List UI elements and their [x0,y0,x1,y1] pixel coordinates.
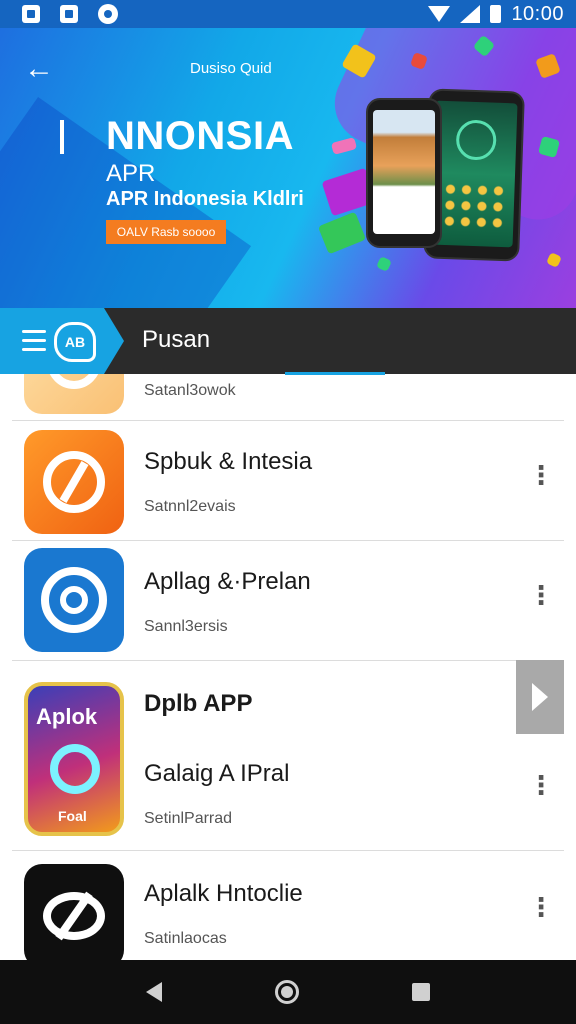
list-item[interactable]: Spbuk & Intesia Satnnl2evais ⋮ [0,420,576,540]
promo-banner[interactable]: ← Dusiso Quid NNONSIA APR APR Indonesia … [0,28,576,308]
back-icon[interactable] [146,982,163,1002]
app-icon-footer: Foal [58,808,87,824]
banner-tagline: APR Indonesia Kldlri [106,188,304,210]
app-name: Apllag &·Prelan [144,568,311,595]
home-icon[interactable] [274,980,299,1004]
signal-icon [460,5,481,23]
app-category: Satanl3owok [144,382,236,399]
app-category: Sannl3ersis [144,618,228,635]
more-options-icon[interactable]: ⋮ [528,772,554,798]
app-category: SetinlParrad [144,810,233,827]
app-name: Galaig A IPral [144,760,290,787]
system-nav-bar [0,960,576,1024]
app-list: Satanl3owok Spbuk & Intesia Satnnl2evais… [0,374,576,960]
list-item[interactable]: Apllag &·Prelan Sannl3ersis ⋮ [0,540,576,660]
banner-divider [60,120,64,154]
app-icon [24,374,124,414]
battery-icon [490,5,502,23]
app-icon-text: Aplok [36,704,98,729]
decorative-cube-icon [376,256,392,272]
more-options-icon[interactable]: ⋮ [528,462,554,488]
app-icon [24,864,124,960]
banner-subtitle: APR [106,160,156,187]
dial-icon [455,119,497,161]
list-item[interactable]: Aplok Foal Dplb APP Galaig A IPral Setin… [0,660,576,850]
play-arrow-icon [532,683,548,711]
image-notification-icon [22,5,40,23]
app-icon [24,548,124,652]
app-logo-icon: AB [54,322,96,362]
app-name: Aplalk Hntoclie [144,880,303,907]
banner-caption: Dusiso Quid [190,60,272,77]
app-icon [24,430,124,534]
section-title: Pusan [142,326,211,353]
status-indicators: 10:00 [428,3,564,26]
notification-icons [22,4,118,24]
app-heading: Dplb APP [144,690,253,717]
mail-notification-icon [60,5,78,23]
more-options-icon[interactable]: ⋮ [528,582,554,608]
back-arrow-icon[interactable]: ← [24,54,54,84]
recent-apps-icon[interactable] [411,983,430,1001]
app-name: Spbuk & Intesia [144,448,313,475]
banner-cta-button[interactable]: OALV Rasb soooo [106,220,226,244]
section-header: AB Pusan [0,308,576,374]
tab-indicator [285,372,385,375]
decorative-card-icon [317,211,367,255]
wifi-icon [428,6,451,22]
phone-mockup [366,98,442,248]
list-item[interactable]: Aplalk Hntoclie Satinlaocas ⋮ [0,850,576,960]
camera-notification-icon [98,4,118,24]
app-category: Satnnl2evais [144,498,236,515]
menu-icon[interactable] [22,330,46,352]
clock: 10:00 [511,2,564,25]
decorative-cube-icon [330,137,358,155]
more-options-icon[interactable]: ⋮ [528,894,554,920]
scroll-next-button[interactable] [516,660,564,734]
app-category: Satinlaocas [144,930,227,947]
app-icon: Aplok Foal [24,682,124,836]
banner-title: NNONSIA [106,114,294,158]
status-bar: 10:00 [0,0,576,28]
decorative-cube-icon [546,252,562,268]
